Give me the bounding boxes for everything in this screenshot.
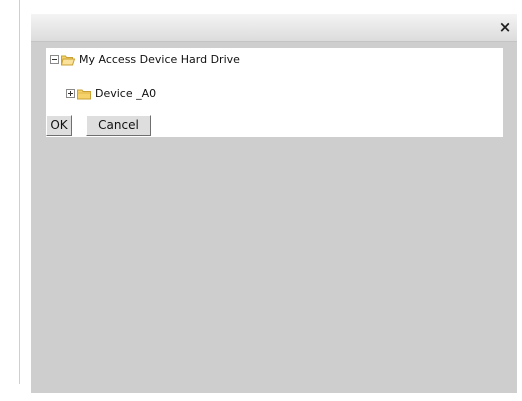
collapse-minus-icon[interactable] — [50, 55, 59, 64]
tree-node-root-label[interactable]: My Access Device Hard Drive — [79, 53, 240, 66]
close-button[interactable]: × — [497, 19, 513, 35]
cancel-button[interactable]: Cancel — [86, 115, 151, 136]
folder-picker-dialog: × My Access Device Hard Drive Device _A0… — [31, 14, 517, 393]
ok-button[interactable]: OK — [46, 115, 72, 136]
tree-node-device-label[interactable]: Device _A0 — [95, 87, 156, 100]
tree-node-device[interactable]: Device _A0 — [66, 87, 156, 100]
expand-plus-icon[interactable] — [66, 89, 75, 98]
left-divider — [19, 0, 20, 384]
folder-tree-panel: My Access Device Hard Drive Device _A0 O… — [46, 48, 503, 137]
tree-node-root[interactable]: My Access Device Hard Drive — [50, 53, 240, 66]
dialog-titlebar: × — [31, 14, 517, 42]
closed-folder-icon — [77, 89, 91, 99]
open-folder-icon — [61, 55, 75, 65]
